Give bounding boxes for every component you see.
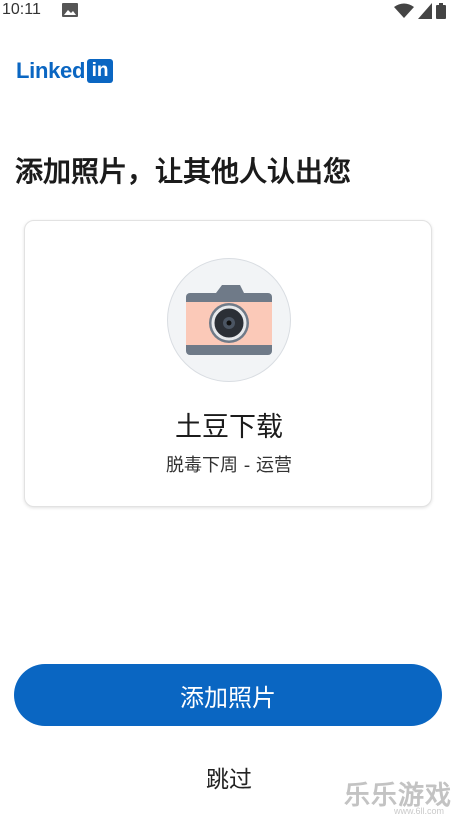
camera-icon	[186, 285, 272, 355]
page-title: 添加照片，让其他人认出您	[15, 155, 352, 188]
logo-in-box: in	[87, 59, 114, 83]
watermark-url: www.6ll.com	[393, 806, 444, 816]
image-notification-icon	[62, 3, 78, 17]
status-bar: 10:11	[0, 0, 458, 24]
logo-wordmark: Linked	[16, 58, 86, 83]
add-photo-button[interactable]: 添加照片	[14, 664, 442, 726]
profile-name: 土豆下载	[175, 412, 283, 443]
linkedin-logo: Linked in	[16, 58, 114, 84]
status-time: 10:11	[2, 1, 41, 18]
wifi-icon	[394, 3, 414, 18]
status-icons	[394, 3, 446, 19]
profile-card: 土豆下载 脱毒下周 - 运营	[24, 220, 432, 507]
battery-icon	[436, 3, 446, 19]
watermark: 乐乐游戏 www.6ll.com	[334, 775, 452, 819]
signal-icon	[418, 3, 432, 19]
profile-headline: 脱毒下周 - 运营	[166, 455, 292, 476]
add-photo-avatar[interactable]	[167, 258, 291, 382]
